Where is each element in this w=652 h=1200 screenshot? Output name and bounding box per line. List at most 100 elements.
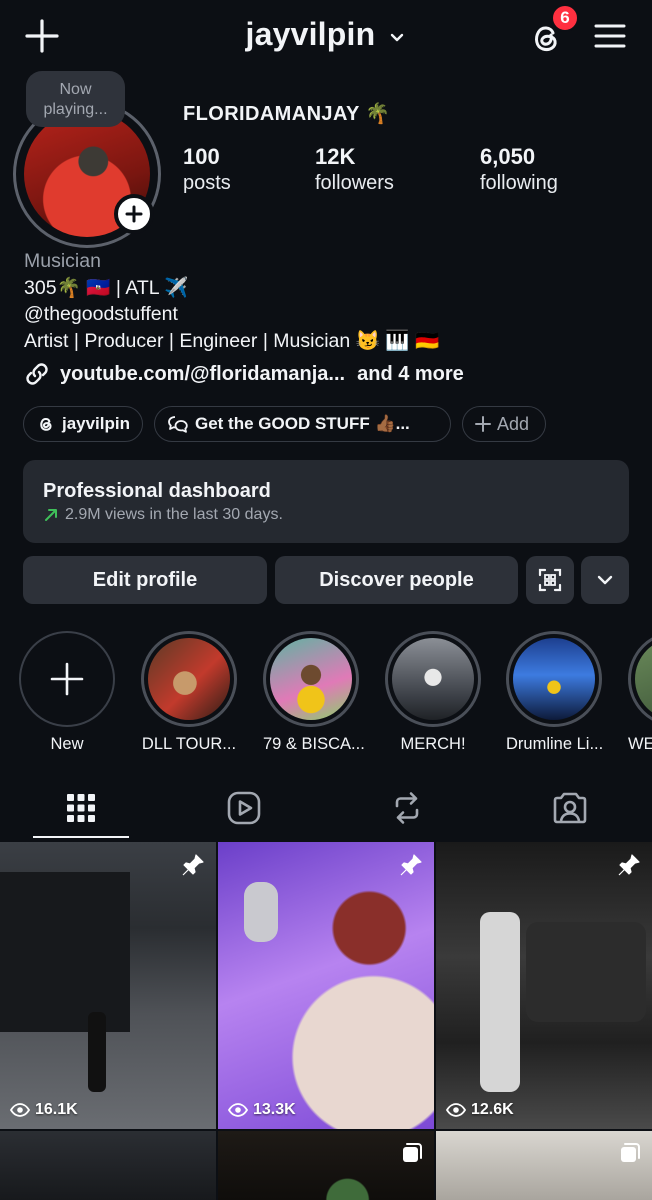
highlight-label: 79 & BISCA... [263, 735, 365, 753]
professional-dashboard[interactable]: Professional dashboard 2.9M views in the… [23, 460, 629, 543]
highlight-ring [628, 631, 652, 727]
post-image-figure [88, 1012, 106, 1092]
stat-posts[interactable]: 100 posts [183, 144, 231, 195]
broadcast-channel-icon [168, 416, 188, 433]
bio: Musician 305🌴 🇭🇹 | ATL ✈️ @thegoodstuffe… [24, 248, 439, 354]
highlight-item[interactable]: DLL TOUR... [141, 631, 237, 754]
stat-number: 100 [183, 144, 220, 169]
tagged-tab-icon[interactable] [550, 788, 590, 828]
highlight-ring [19, 631, 115, 727]
suggestions-toggle-button[interactable] [581, 556, 629, 604]
highlight-label: WE [628, 735, 652, 753]
now-playing-note[interactable]: Now playing... [26, 71, 125, 127]
dashboard-subtitle: 2.9M views in the last 30 days. [43, 506, 609, 524]
chip-label: jayvilpin [61, 414, 130, 433]
bio-line: Artist | Producer | Engineer | Musician … [24, 329, 440, 352]
plus-icon [475, 416, 491, 432]
edit-profile-button[interactable]: Edit profile [23, 556, 267, 604]
post-tile[interactable]: 12.6K [436, 842, 652, 1129]
highlight-label: DLL TOUR... [141, 735, 237, 753]
view-count-value: 12.6K [471, 1101, 514, 1118]
highlight-label: MERCH! [400, 735, 466, 753]
qr-code-icon [538, 568, 562, 592]
plus-icon [50, 662, 84, 696]
bio-line: 305🌴 🇭🇹 | ATL ✈️ [24, 276, 189, 299]
eye-icon [446, 1103, 466, 1117]
highlight-cover [392, 638, 474, 720]
stat-label: followers [315, 172, 394, 194]
display-name: FLORIDAMANJAY 🌴 [183, 103, 391, 125]
pin-icon [182, 854, 204, 876]
chevron-down-icon [391, 33, 404, 41]
add-story-button[interactable] [114, 194, 154, 234]
post-tile[interactable]: 16.1K [0, 842, 216, 1129]
bio-link[interactable]: youtube.com/@floridamanja... and 4 more [24, 361, 464, 387]
highlight-new[interactable]: New [19, 631, 115, 754]
highlight-item[interactable]: 79 & BISCA... [263, 631, 365, 754]
bio-category: Musician [24, 250, 101, 272]
eye-icon [10, 1103, 30, 1117]
dashboard-title: Professional dashboard [43, 480, 271, 502]
chip-label: Get the GOOD STUFF 👍🏾... [195, 414, 410, 433]
plus-icon [125, 205, 143, 223]
notification-badge: 6 [551, 4, 579, 32]
highlight-cover [148, 638, 230, 720]
bio-link-more[interactable]: and 4 more [357, 363, 464, 386]
channel-chip[interactable]: Get the GOOD STUFF 👍🏾... [154, 406, 451, 442]
qr-code-button[interactable] [526, 556, 574, 604]
highlight-item[interactable]: Drumline Li... [506, 631, 604, 754]
active-tab-indicator [33, 836, 129, 838]
highlight-ring [263, 631, 359, 727]
reels-tab-icon[interactable] [224, 788, 264, 828]
threads-icon [40, 418, 52, 431]
post-tile[interactable] [436, 1131, 652, 1200]
view-count-value: 13.3K [253, 1101, 296, 1118]
highlight-label: New [50, 735, 84, 753]
stat-label: following [480, 172, 558, 194]
top-bar: jayvilpin 6 [0, 0, 652, 72]
view-count-value: 16.1K [35, 1101, 78, 1118]
bio-mention-link[interactable]: @thegoodstuffent [24, 301, 439, 328]
highlight-item[interactable]: WE [628, 631, 652, 754]
grid-tab-icon[interactable] [61, 788, 101, 828]
link-icon [26, 363, 48, 385]
username-title: jayvilpin [245, 16, 376, 52]
stat-number: 6,050 [480, 144, 536, 169]
post-image-arena-screen [0, 872, 130, 1032]
bio-link-url[interactable]: youtube.com/@floridamanja... [60, 363, 345, 386]
hamburger-menu-icon[interactable] [592, 18, 628, 54]
discover-people-button[interactable]: Discover people [275, 556, 518, 604]
highlight-item[interactable]: MERCH! [385, 631, 481, 754]
view-count: 12.6K [446, 1101, 514, 1119]
highlight-ring [506, 631, 602, 727]
pin-icon [618, 854, 640, 876]
eye-icon [228, 1103, 248, 1117]
highlight-cover [270, 638, 352, 720]
view-count: 16.1K [10, 1101, 78, 1119]
chevron-down-icon [597, 575, 613, 585]
highlight-ring [385, 631, 481, 727]
view-count: 13.3K [228, 1101, 296, 1119]
post-tile[interactable] [218, 1131, 434, 1200]
carousel-icon [621, 1143, 640, 1162]
highlight-cover [635, 638, 652, 720]
add-chip-button[interactable]: Add [462, 406, 546, 442]
post-image-car [526, 922, 646, 1022]
stat-followers[interactable]: 12K followers [315, 144, 394, 195]
threads-chip[interactable]: jayvilpin [23, 406, 143, 442]
carousel-icon [403, 1143, 422, 1162]
pin-icon [400, 854, 422, 876]
stat-number: 12K [315, 144, 356, 169]
post-image-microphone [244, 882, 278, 942]
reposts-tab-icon[interactable] [387, 788, 427, 828]
dashboard-stat: 2.9M views in the last 30 days. [65, 506, 283, 523]
post-image-figure [480, 912, 520, 1092]
post-tile[interactable] [0, 1131, 216, 1200]
stat-label: posts [183, 172, 231, 194]
post-tile[interactable]: 13.3K [218, 842, 434, 1129]
highlight-cover [513, 638, 595, 720]
trend-up-icon [45, 509, 57, 521]
chip-label: Add [497, 413, 530, 434]
stat-following[interactable]: 6,050 following [480, 144, 558, 195]
highlight-label: Drumline Li... [506, 735, 604, 753]
